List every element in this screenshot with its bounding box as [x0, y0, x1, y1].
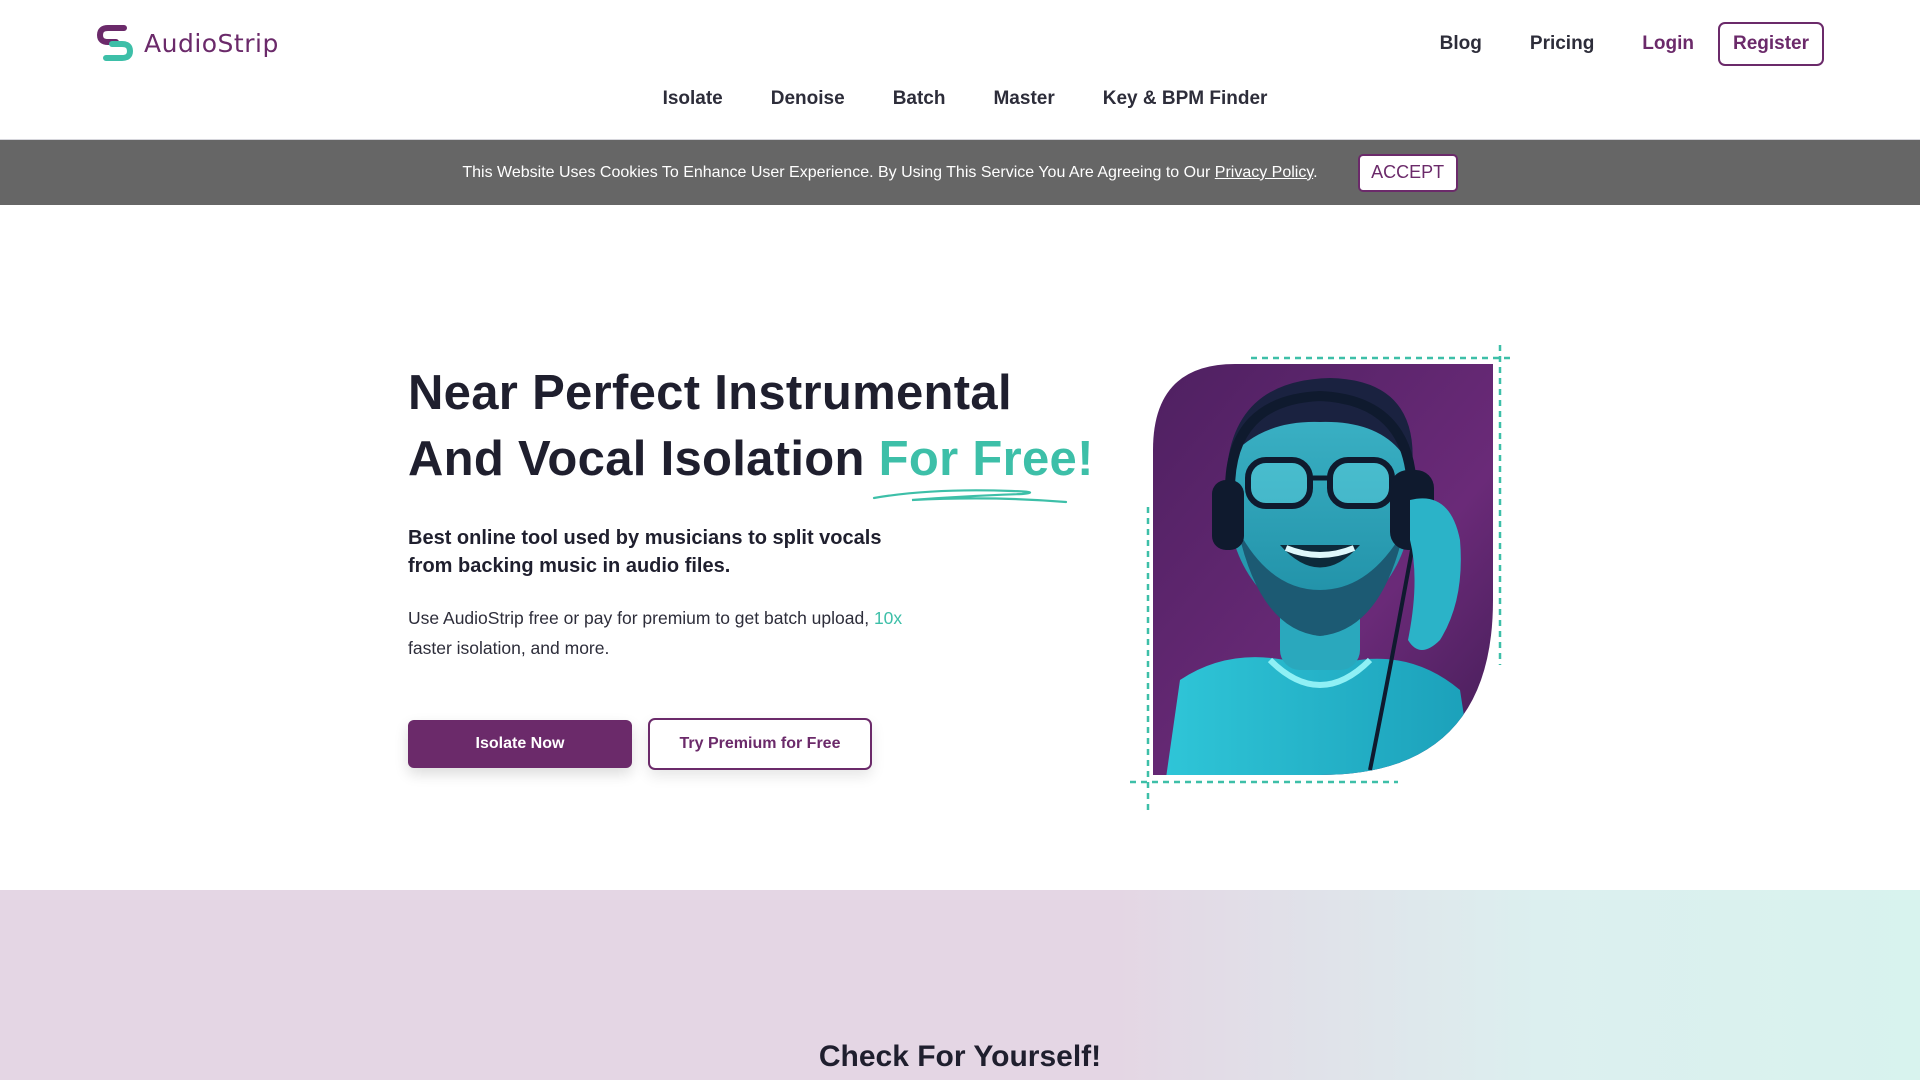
- hero-desc-part-2: faster isolation, and more.: [408, 638, 610, 658]
- hero-desc-highlight: 10x: [873, 608, 903, 628]
- logo[interactable]: AudioStrip: [96, 22, 279, 64]
- cookie-message: This Website Uses Cookies To Enhance Use…: [462, 163, 1215, 181]
- man-with-headphones-photo: [1130, 345, 1513, 810]
- hero-desc-part-1: Use AudioStrip free or pay for premium t…: [408, 608, 874, 628]
- register-button[interactable]: Register: [1718, 22, 1824, 66]
- nav-batch[interactable]: Batch: [869, 88, 970, 110]
- privacy-policy-link[interactable]: Privacy Policy: [1215, 164, 1313, 181]
- hero-title-accent: For Free!: [878, 432, 1094, 486]
- audiostrip-logo-icon: [96, 25, 134, 61]
- hero-title-line-2: And Vocal Isolation For Free!: [408, 426, 1094, 492]
- hero-title-line-2-text: And Vocal Isolation: [408, 432, 879, 486]
- cookie-text: This Website Uses Cookies To Enhance Use…: [462, 164, 1317, 182]
- logo-text: AudioStrip: [144, 28, 279, 58]
- nav-key-bpm-finder[interactable]: Key & BPM Finder: [1079, 88, 1292, 110]
- underline-swoosh-icon: [872, 489, 1068, 504]
- check-section-title: Check For Yourself!: [818, 1040, 1102, 1073]
- nav-master[interactable]: Master: [969, 88, 1078, 110]
- accept-cookies-button[interactable]: ACCEPT: [1357, 153, 1458, 192]
- nav-isolate[interactable]: Isolate: [639, 88, 747, 110]
- hero-title-line-1: Near Perfect Instrumental: [408, 366, 1012, 420]
- hero-subtitle: Best online tool used by musicians to sp…: [408, 527, 882, 577]
- hero-description: Use AudioStrip free or pay for premium t…: [408, 603, 938, 663]
- hero-title: Near Perfect Instrumental And Vocal Isol…: [408, 360, 1094, 492]
- site-header: AudioStrip Blog Pricing Login Register I…: [0, 0, 1920, 140]
- nav-login[interactable]: Login: [1618, 33, 1718, 55]
- main-nav: Isolate Denoise Batch Master Key & BPM F…: [0, 88, 1920, 110]
- try-premium-button[interactable]: Try Premium for Free: [648, 718, 872, 770]
- nav-blog[interactable]: Blog: [1416, 33, 1506, 55]
- isolate-now-button[interactable]: Isolate Now: [408, 720, 632, 768]
- cookie-banner: This Website Uses Cookies To Enhance Use…: [0, 140, 1920, 205]
- nav-pricing[interactable]: Pricing: [1506, 33, 1618, 55]
- check-section: Check For Yourself!: [0, 890, 1920, 1080]
- top-nav: Blog Pricing Login Register: [1416, 22, 1824, 66]
- nav-denoise[interactable]: Denoise: [747, 88, 869, 110]
- cookie-period: .: [1313, 163, 1318, 181]
